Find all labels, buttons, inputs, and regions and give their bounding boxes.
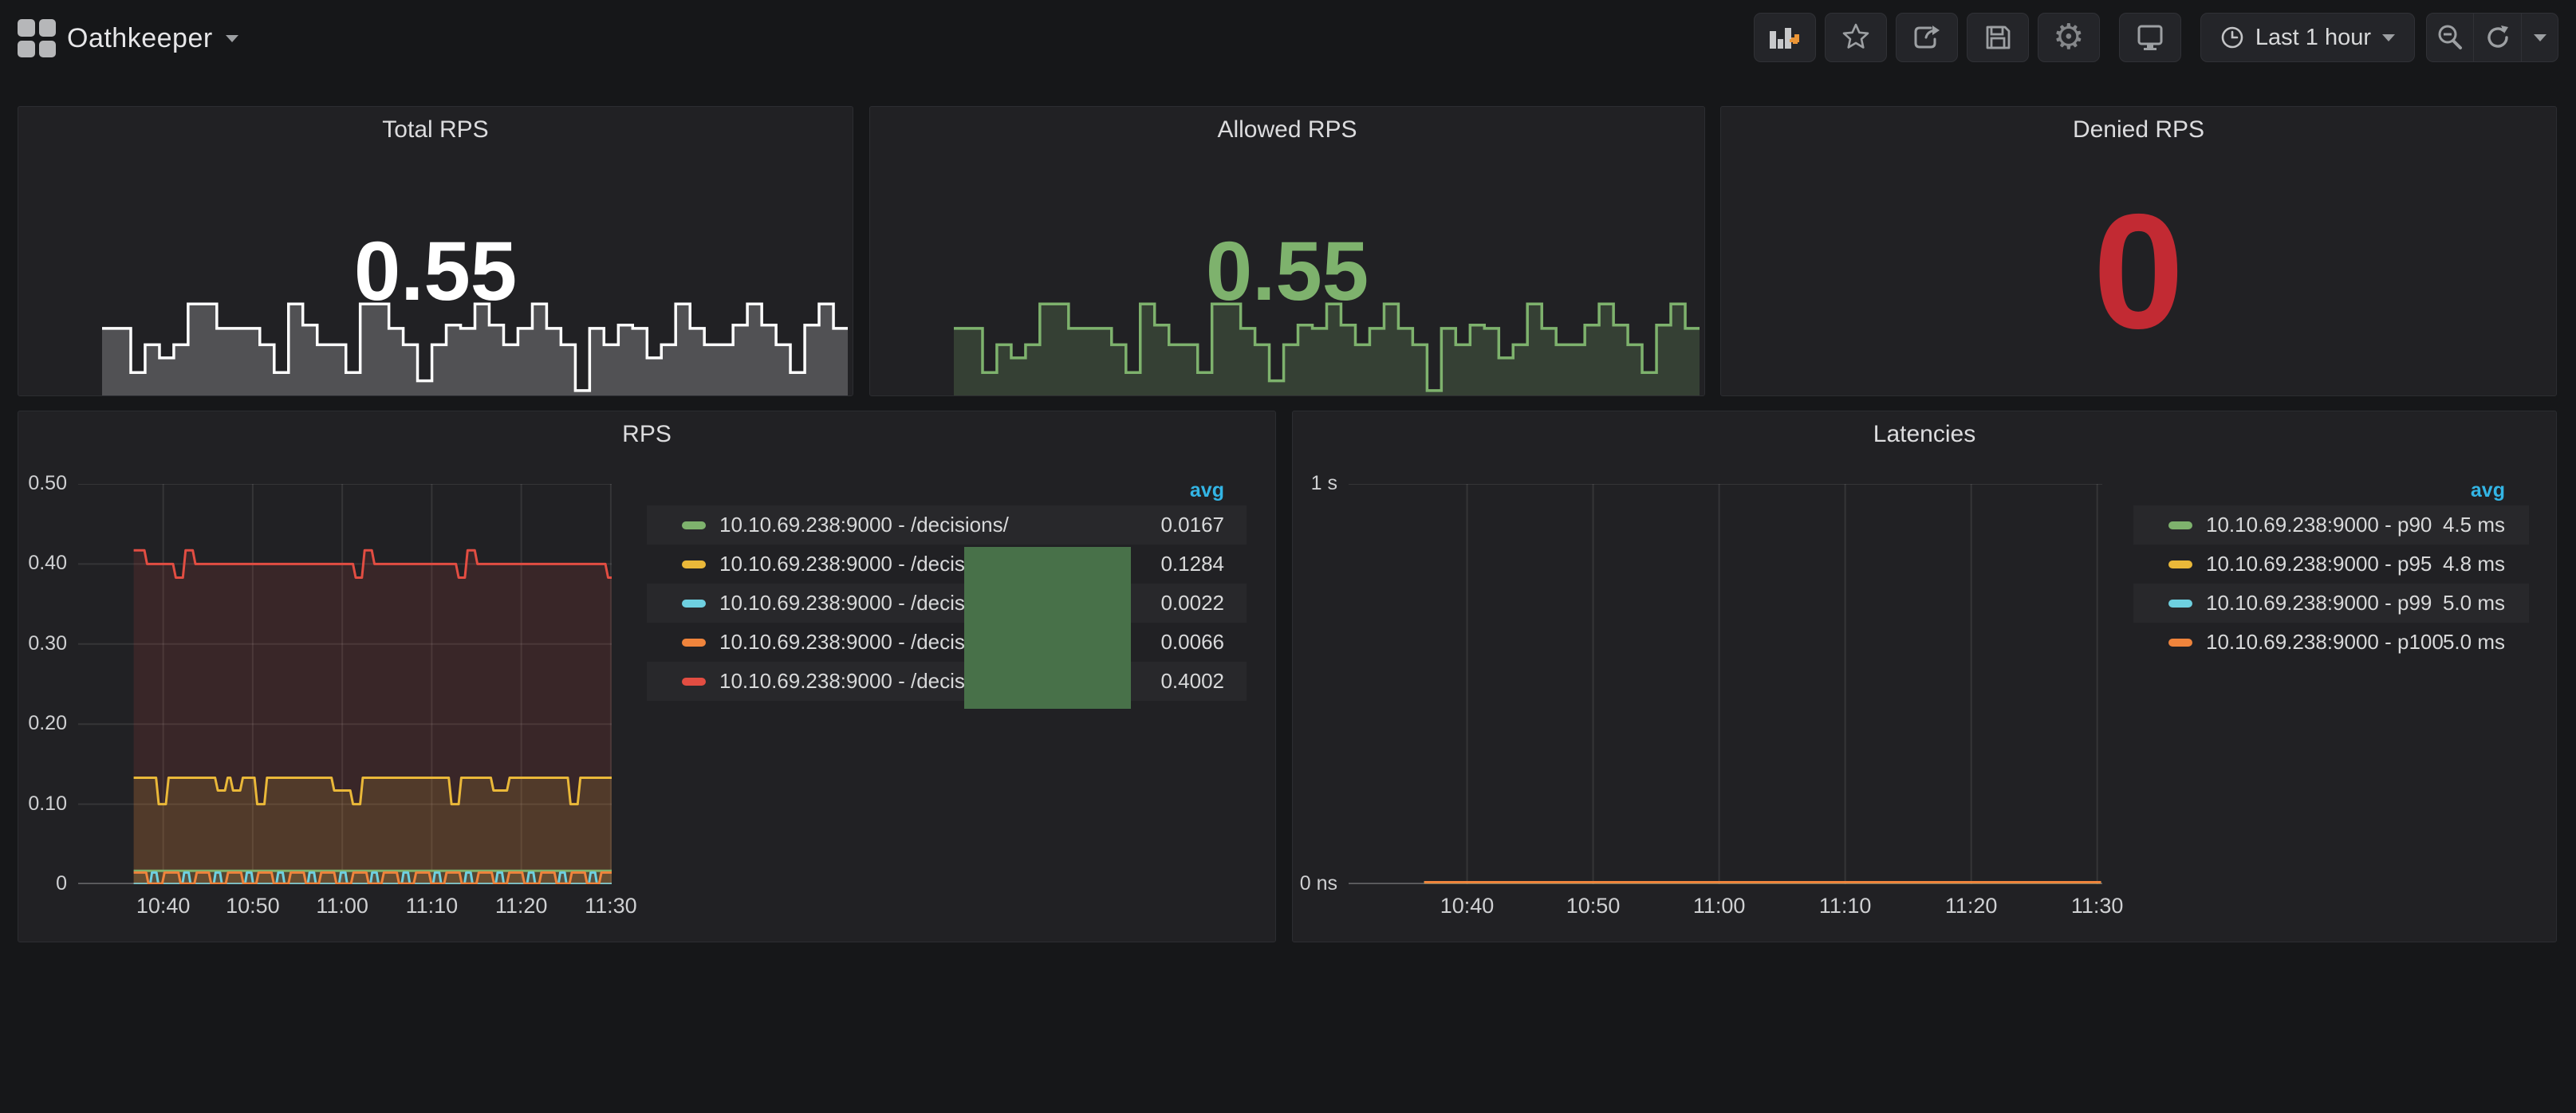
x-axis-tick-label: 11:30: [567, 894, 655, 918]
y-axis-tick-label: 0 ns: [1262, 872, 1337, 895]
refresh-button[interactable]: [2474, 13, 2522, 62]
legend-color-overlay: [964, 547, 1131, 709]
y-axis-tick-label: 0.20: [0, 712, 67, 735]
settings-button[interactable]: ⚙: [2038, 13, 2100, 62]
legend-row[interactable]: 10.10.69.238:9000 - /decisions/0.0167: [647, 505, 1247, 545]
panel-allowed-rps: Allowed RPS 0.55: [869, 106, 1705, 396]
series-label: 10.10.69.238:9000 - /decisions/: [719, 513, 1009, 537]
legend-row[interactable]: 10.10.69.238:9000 - /decisions/0.0066: [647, 623, 1247, 662]
series-color-swatch[interactable]: [2168, 600, 2192, 608]
series-label: 10.10.69.238:9000 - p99: [2206, 591, 2432, 615]
x-axis-tick-label: 11:00: [1676, 894, 1763, 918]
panel-title[interactable]: Latencies: [1293, 421, 2556, 448]
x-axis-tick-label: 11:20: [1928, 894, 2015, 918]
series-color-swatch[interactable]: [682, 560, 706, 568]
y-axis-tick-label: 1 s: [1262, 472, 1337, 495]
x-axis-tick-label: 11:10: [1802, 894, 1889, 918]
star-button[interactable]: [1825, 13, 1887, 62]
dashboard-title-dropdown[interactable]: Oathkeeper: [67, 0, 238, 77]
save-button[interactable]: [1967, 13, 2029, 62]
panel-title[interactable]: Total RPS: [18, 116, 853, 144]
share-icon: [1910, 22, 1944, 53]
panel-denied-rps: Denied RPS 0: [1720, 106, 2557, 396]
series-label: 10.10.69.238:9000 - p100: [2206, 630, 2444, 655]
x-axis-tick-label: 11:20: [478, 894, 565, 918]
add-panel-button[interactable]: [1754, 13, 1816, 62]
series-avg-value: 5.0 ms: [2443, 591, 2505, 615]
series-label: 10.10.69.238:9000 - p90: [2206, 513, 2432, 537]
series-avg-value: 0.0066: [1160, 630, 1224, 655]
share-button[interactable]: [1896, 13, 1958, 62]
series-color-swatch[interactable]: [2168, 639, 2192, 647]
save-icon: [1982, 22, 2014, 53]
panel-latencies: Latencies 1 s0 ns10:4010:5011:0011:1011:…: [1292, 411, 2557, 942]
series-color-swatch[interactable]: [682, 639, 706, 647]
refresh-icon: [2483, 22, 2513, 53]
time-range-picker[interactable]: Last 1 hour: [2200, 13, 2415, 62]
y-axis-tick-label: 0.10: [0, 792, 67, 816]
star-icon: [1840, 22, 1872, 53]
panel-total-rps: Total RPS 0.55: [18, 106, 853, 396]
time-range-label: Last 1 hour: [2255, 25, 2371, 51]
series-color-swatch[interactable]: [2168, 560, 2192, 568]
series-avg-value: 0.4002: [1160, 669, 1224, 694]
legend-avg-header: avg: [2133, 479, 2505, 502]
chevron-down-icon: [2534, 34, 2546, 41]
sparkline-allowed-rps: [954, 296, 1700, 395]
y-axis-tick-label: 0: [0, 872, 67, 895]
series-avg-value: 0.1284: [1160, 552, 1224, 576]
search-minus-icon: [2435, 22, 2465, 53]
y-axis-tick-label: 0.40: [0, 552, 67, 575]
panel-title[interactable]: Allowed RPS: [870, 116, 1704, 144]
dashboard-toolbar: ⚙ Last 1 hour: [1754, 13, 2558, 64]
chevron-down-icon: [2382, 34, 2395, 41]
x-axis-tick-label: 11:10: [388, 894, 475, 918]
tv-mode-button[interactable]: [2119, 13, 2181, 62]
legend-row[interactable]: 10.10.69.238:9000 - p1005.0 ms: [2133, 623, 2529, 662]
x-axis-tick-label: 10:40: [1424, 894, 1511, 918]
clock-icon: [2220, 26, 2244, 49]
legend-row[interactable]: 10.10.69.238:9000 - p90 4.5 ms: [2133, 505, 2529, 545]
dashboard-grid-icon[interactable]: [18, 19, 56, 57]
legend-row[interactable]: 10.10.69.238:9000 - p95 4.8 ms: [2133, 545, 2529, 584]
series-color-swatch[interactable]: [682, 600, 706, 608]
y-axis-tick-label: 0.50: [0, 472, 67, 495]
x-axis-tick-label: 11:30: [2054, 894, 2141, 918]
series-color-swatch[interactable]: [682, 678, 706, 686]
series-color-swatch[interactable]: [2168, 521, 2192, 529]
series-label: 10.10.69.238:9000 - p95: [2206, 552, 2432, 576]
legend-row[interactable]: 10.10.69.238:9000 - /decisions/0.4002: [647, 662, 1247, 701]
refresh-group: [2426, 13, 2558, 64]
stat-value-denied-rps: 0: [2093, 190, 2184, 353]
series-color-swatch[interactable]: [682, 521, 706, 529]
dashboard-title: Oathkeeper: [67, 23, 213, 54]
series-avg-value: 5.0 ms: [2443, 630, 2505, 655]
rps-chart-plot[interactable]: [78, 484, 612, 884]
monitor-icon: [2134, 22, 2166, 53]
legend-avg-header: avg: [647, 479, 1224, 502]
latencies-chart-plot[interactable]: [1349, 484, 2102, 884]
x-axis-tick-label: 11:00: [298, 894, 386, 918]
series-avg-value: 0.0167: [1160, 513, 1224, 537]
x-axis-tick-label: 10:40: [120, 894, 207, 918]
sparkline-total-rps: [102, 296, 848, 395]
y-axis-tick-label: 0.30: [0, 632, 67, 655]
panel-rps: RPS 0.500.400.300.200.10010:4010:5011:00…: [18, 411, 1276, 942]
legend-row[interactable]: 10.10.69.238:9000 - /decisions/0.0022: [647, 584, 1247, 623]
panel-title[interactable]: RPS: [18, 421, 1275, 448]
series-avg-value: 0.0022: [1160, 591, 1224, 615]
refresh-interval-dropdown[interactable]: [2522, 13, 2558, 62]
chevron-down-icon: [226, 35, 238, 42]
x-axis-tick-label: 10:50: [209, 894, 297, 918]
legend-row[interactable]: 10.10.69.238:9000 - /decisions/0.1284: [647, 545, 1247, 584]
series-avg-value: 4.8 ms: [2443, 552, 2505, 576]
series-avg-value: 4.5 ms: [2443, 513, 2505, 537]
x-axis-tick-label: 10:50: [1550, 894, 1637, 918]
zoom-out-button[interactable]: [2426, 13, 2474, 62]
gear-icon: ⚙: [2053, 20, 2084, 55]
bar-chart-plus-icon: [1768, 22, 1802, 53]
legend-row[interactable]: 10.10.69.238:9000 - p99 5.0 ms: [2133, 584, 2529, 623]
panel-title[interactable]: Denied RPS: [1721, 116, 2556, 144]
top-navbar: Oathkeeper: [0, 0, 2576, 77]
